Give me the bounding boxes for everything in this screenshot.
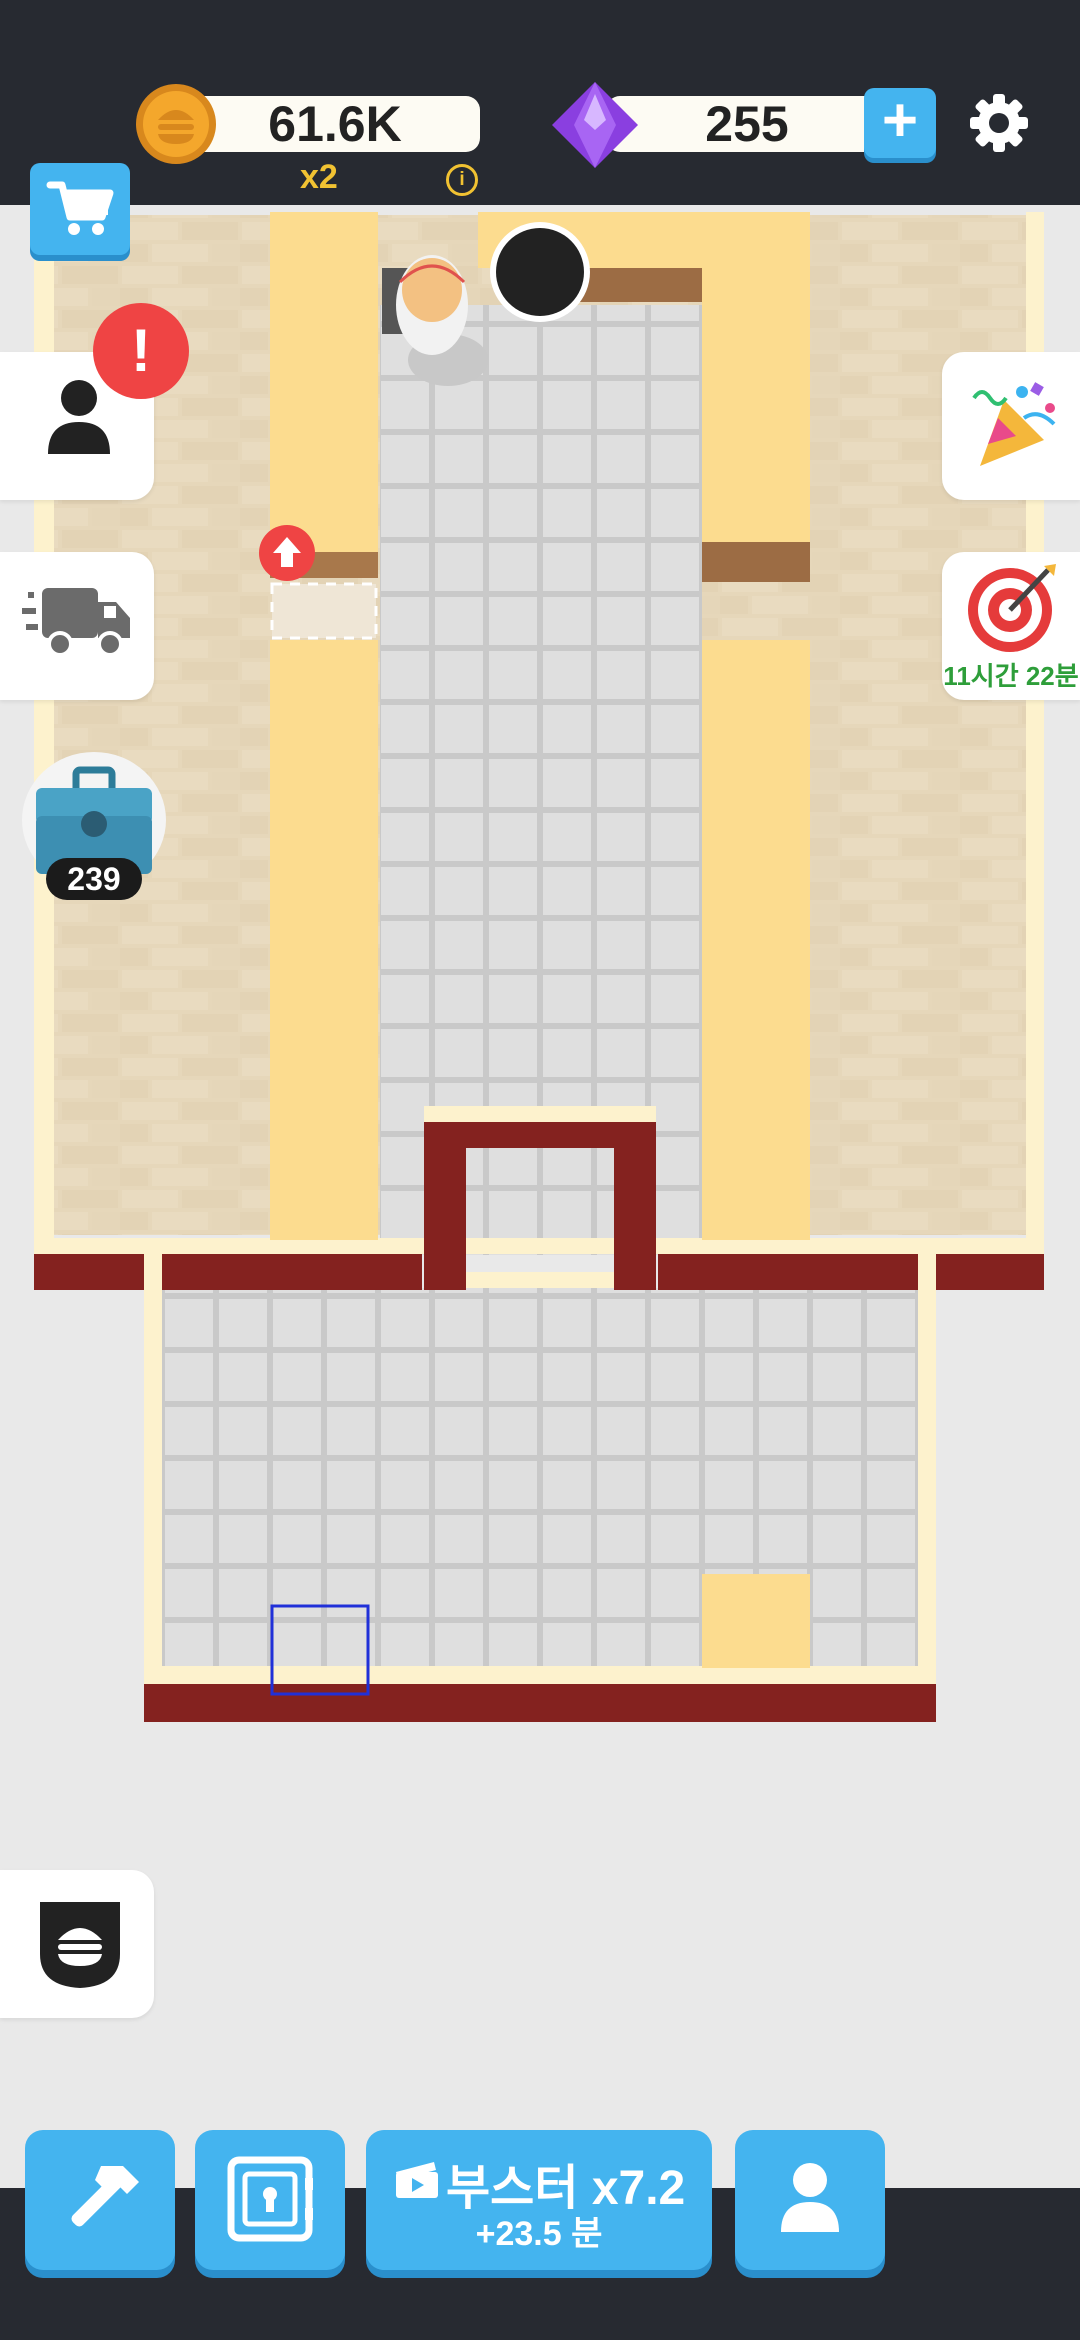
add-gems-button[interactable]: + <box>864 88 936 158</box>
game-map[interactable] <box>0 205 1080 2185</box>
delivery-truck-icon <box>22 574 134 670</box>
purple-gem-icon <box>550 80 640 170</box>
hammer-icon <box>61 2160 141 2240</box>
profile-button[interactable] <box>735 2130 885 2270</box>
info-glyph: i <box>459 169 465 190</box>
booster-button[interactable]: 부스터 x7.2 +23.5 분 <box>366 2130 712 2270</box>
staff-alert-glyph: ! <box>131 317 151 384</box>
person-icon <box>777 2160 843 2236</box>
shopping-cart-icon <box>46 177 116 239</box>
person-icon <box>44 376 114 456</box>
toolbox-count: 239 <box>46 858 142 900</box>
shop-cart-button[interactable] <box>30 163 130 255</box>
coin-multiplier: x2 <box>300 158 338 196</box>
burger-coin-icon <box>134 82 218 166</box>
coin-counter: 61.6K <box>190 96 480 152</box>
event-party-button[interactable] <box>942 352 1080 500</box>
party-popper-icon <box>964 378 1064 474</box>
add-glyph: + <box>881 86 919 155</box>
safe-icon <box>227 2156 313 2242</box>
staff-alert-badge: ! <box>93 303 189 399</box>
gem-value: 255 <box>705 96 789 152</box>
brand-button[interactable] <box>0 1870 154 2018</box>
build-button[interactable] <box>25 2130 175 2270</box>
booster-time: +23.5 분 <box>475 2215 603 2253</box>
burger-badge-icon <box>38 1900 122 1990</box>
mission-timer: 11시간 22분 <box>943 661 1079 691</box>
video-ad-icon <box>394 2160 440 2200</box>
coin-value: 61.6K <box>268 96 402 152</box>
mission-button[interactable]: 11시간 22분 <box>942 552 1080 700</box>
target-dart-icon <box>964 560 1060 656</box>
gear-icon[interactable] <box>966 90 1032 156</box>
gem-counter: 255 <box>606 96 888 152</box>
delivery-button[interactable] <box>0 552 154 700</box>
info-icon[interactable]: i <box>446 164 478 196</box>
vault-button[interactable] <box>195 2130 345 2270</box>
toolbox-button[interactable]: 239 <box>22 752 166 902</box>
upgrade-arrow-icon[interactable] <box>259 525 315 581</box>
